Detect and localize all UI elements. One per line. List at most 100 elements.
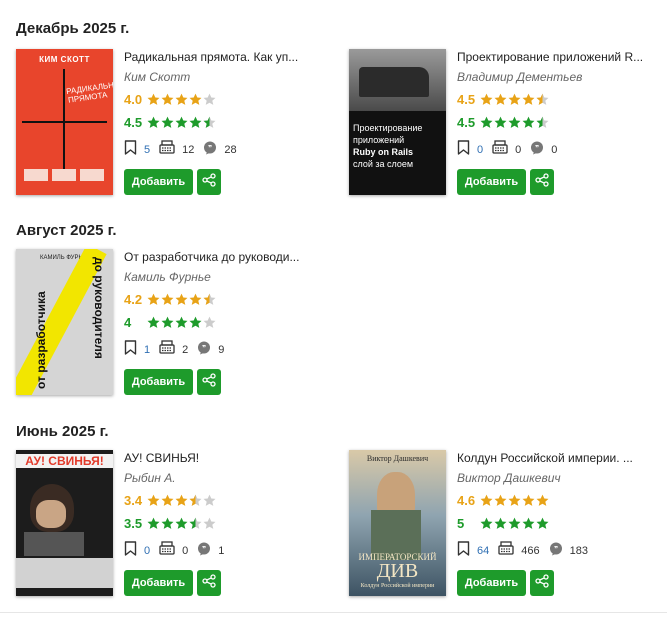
star-icon <box>508 116 521 129</box>
bookmarks-stat[interactable]: 64 <box>457 541 489 561</box>
book-cover[interactable]: АУ! СВИНЬЯ! <box>16 450 113 596</box>
star-icon <box>189 316 202 329</box>
book-author[interactable]: Виктор Дашкевич <box>457 470 667 486</box>
star-icon <box>161 517 174 530</box>
star-icon <box>189 293 202 306</box>
book-card: КИМ СКОТТ РАДИКАЛЬНАЯ ПРЯМОТА Радикальна… <box>16 49 336 199</box>
book-title[interactable]: Проектирование приложений R... <box>457 49 657 65</box>
star-icon <box>480 93 493 106</box>
book-stats: 1 2 ❞ 9 <box>124 340 334 360</box>
share-button[interactable] <box>197 169 221 195</box>
book-card: Проектирование приложений Ruby on Rails … <box>349 49 667 199</box>
star-icon <box>480 494 493 507</box>
bookmark-icon <box>124 140 144 160</box>
expert-rating-value: 5 <box>457 515 465 531</box>
expert-rating: 5 <box>457 514 667 532</box>
expert-rating: 3.5 <box>124 514 334 532</box>
add-button[interactable]: Добавить <box>457 570 526 596</box>
bookmarks-stat[interactable]: 1 <box>124 340 150 360</box>
book-cover[interactable]: Виктор Дашкевич ИМПЕРАТОРСКИЙ ДИВ Колдун… <box>349 450 446 596</box>
quotes-stat[interactable]: ❞ 28 <box>203 141 237 160</box>
bookmarks-stat[interactable]: 5 <box>124 140 150 160</box>
svg-text:❞: ❞ <box>554 545 558 553</box>
reviews-stat[interactable]: 0 <box>492 140 521 160</box>
share-button[interactable] <box>530 570 554 596</box>
star-icon <box>189 517 202 530</box>
book-title[interactable]: Колдун Российской империи. ... <box>457 450 657 466</box>
star-icon <box>147 517 160 530</box>
bookmarks-stat[interactable]: 0 <box>124 541 150 561</box>
user-rating-value: 4.2 <box>124 291 143 307</box>
star-icon <box>508 517 521 530</box>
user-rating-value: 4.5 <box>457 91 476 107</box>
star-icon <box>147 316 160 329</box>
star-icon <box>522 494 535 507</box>
book-author[interactable]: Камиль Фурнье <box>124 269 334 285</box>
share-button[interactable] <box>197 570 221 596</box>
quotes-stat[interactable]: ❞ 0 <box>530 141 557 160</box>
add-button[interactable]: Добавить <box>124 169 193 195</box>
quote-icon: ❞ <box>530 141 551 160</box>
add-button[interactable]: Добавить <box>124 570 193 596</box>
reviews-count: 0 <box>182 545 189 557</box>
reviews-stat[interactable]: 0 <box>159 541 188 561</box>
star-icon <box>161 293 174 306</box>
book-title[interactable]: АУ! СВИНЬЯ! <box>124 450 324 466</box>
star-icon <box>536 494 549 507</box>
star-icon <box>203 293 216 306</box>
quotes-stat[interactable]: ❞ 1 <box>197 542 224 561</box>
book-actions: Добавить <box>124 369 334 395</box>
book-author[interactable]: Рыбин А. <box>124 470 334 486</box>
user-rating: 4.6 <box>457 491 667 509</box>
cover-title-line: до руководителя <box>92 257 106 359</box>
book-title[interactable]: От разработчика до руководи... <box>124 249 324 265</box>
star-icon <box>536 93 549 106</box>
reviews-stat[interactable]: 12 <box>159 140 194 160</box>
book-cover[interactable]: КИМ СКОТТ РАДИКАЛЬНАЯ ПРЯМОТА <box>16 49 113 195</box>
quotes-stat[interactable]: ❞ 9 <box>197 341 224 360</box>
quotes-count: 1 <box>218 545 225 557</box>
reviews-stat[interactable]: 2 <box>159 340 188 360</box>
share-icon <box>202 573 216 593</box>
book-author[interactable]: Ким Скотт <box>124 69 334 85</box>
expert-rating-value: 4 <box>124 314 132 330</box>
quotes-count: 9 <box>218 344 225 356</box>
book-cover[interactable]: Проектирование приложений Ruby on Rails … <box>349 49 446 195</box>
quotes-stat[interactable]: ❞ 183 <box>549 542 588 561</box>
reviews-count: 0 <box>515 144 522 156</box>
star-icon <box>494 116 507 129</box>
bookmarks-count: 64 <box>477 545 490 557</box>
book-stats: 5 12 ❞ 28 <box>124 140 334 160</box>
book-card: АУ! СВИНЬЯ! АУ! СВИНЬЯ! Рыбин А. 3.4 3.5 <box>16 450 336 600</box>
book-cover[interactable]: КАМИЛЬ ФУРНЬЕ от разработчика до руковод… <box>16 249 113 395</box>
cover-title-line: Ruby on Rails <box>353 147 414 157</box>
star-icon <box>508 93 521 106</box>
reviews-count: 2 <box>182 344 189 356</box>
bookmarks-stat[interactable]: 0 <box>457 140 483 160</box>
book-stats: 64 466 ❞ 183 <box>457 541 667 561</box>
user-rating-value: 3.4 <box>124 492 143 508</box>
svg-text:❞: ❞ <box>208 144 212 152</box>
cover-title-line: АУ! СВИНЬЯ! <box>16 454 113 468</box>
add-button[interactable]: Добавить <box>457 169 526 195</box>
cover-title-line: ДИВ <box>376 560 419 582</box>
book-title[interactable]: Радикальная прямота. Как уп... <box>124 49 324 65</box>
expert-rating-stars <box>480 517 550 530</box>
bookmark-icon <box>457 541 477 561</box>
user-rating: 4.5 <box>457 90 667 108</box>
user-rating-stars <box>147 494 217 507</box>
quote-icon: ❞ <box>549 542 570 561</box>
reviews-count: 12 <box>182 144 195 156</box>
star-icon <box>161 116 174 129</box>
star-icon <box>480 517 493 530</box>
reviews-stat[interactable]: 466 <box>498 541 540 561</box>
user-rating: 4.0 <box>124 90 334 108</box>
share-button[interactable] <box>530 169 554 195</box>
star-icon <box>175 494 188 507</box>
add-button[interactable]: Добавить <box>124 369 193 395</box>
star-icon <box>175 316 188 329</box>
share-button[interactable] <box>197 369 221 395</box>
book-author[interactable]: Владимир Дементьев <box>457 69 667 85</box>
expert-rating: 4.5 <box>457 113 667 131</box>
expert-rating-value: 4.5 <box>124 114 143 130</box>
